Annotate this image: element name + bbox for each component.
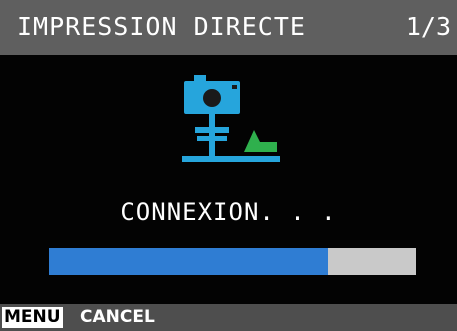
connection-status-text: CONNEXION. . . [120,198,337,226]
footer-bar: MENU CANCEL [0,304,457,331]
page-indicator: 1/3 [405,12,451,41]
camera-printer-connection-icon [182,75,280,162]
printer-wedge-icon [244,130,277,152]
connection-stand-icon [182,114,280,162]
connection-progress-bar [49,248,416,275]
cancel-label[interactable]: CANCEL [80,307,155,328]
progress-bar-fill [49,248,328,275]
camera-icon [184,75,240,114]
camera-screen: IMPRESSION DIRECTE 1/3 CONNEXION. . . ME… [0,0,457,331]
page-title: IMPRESSION DIRECTE [17,12,306,41]
title-bar: IMPRESSION DIRECTE 1/3 [0,0,457,55]
menu-button-indicator[interactable]: MENU [2,307,63,328]
